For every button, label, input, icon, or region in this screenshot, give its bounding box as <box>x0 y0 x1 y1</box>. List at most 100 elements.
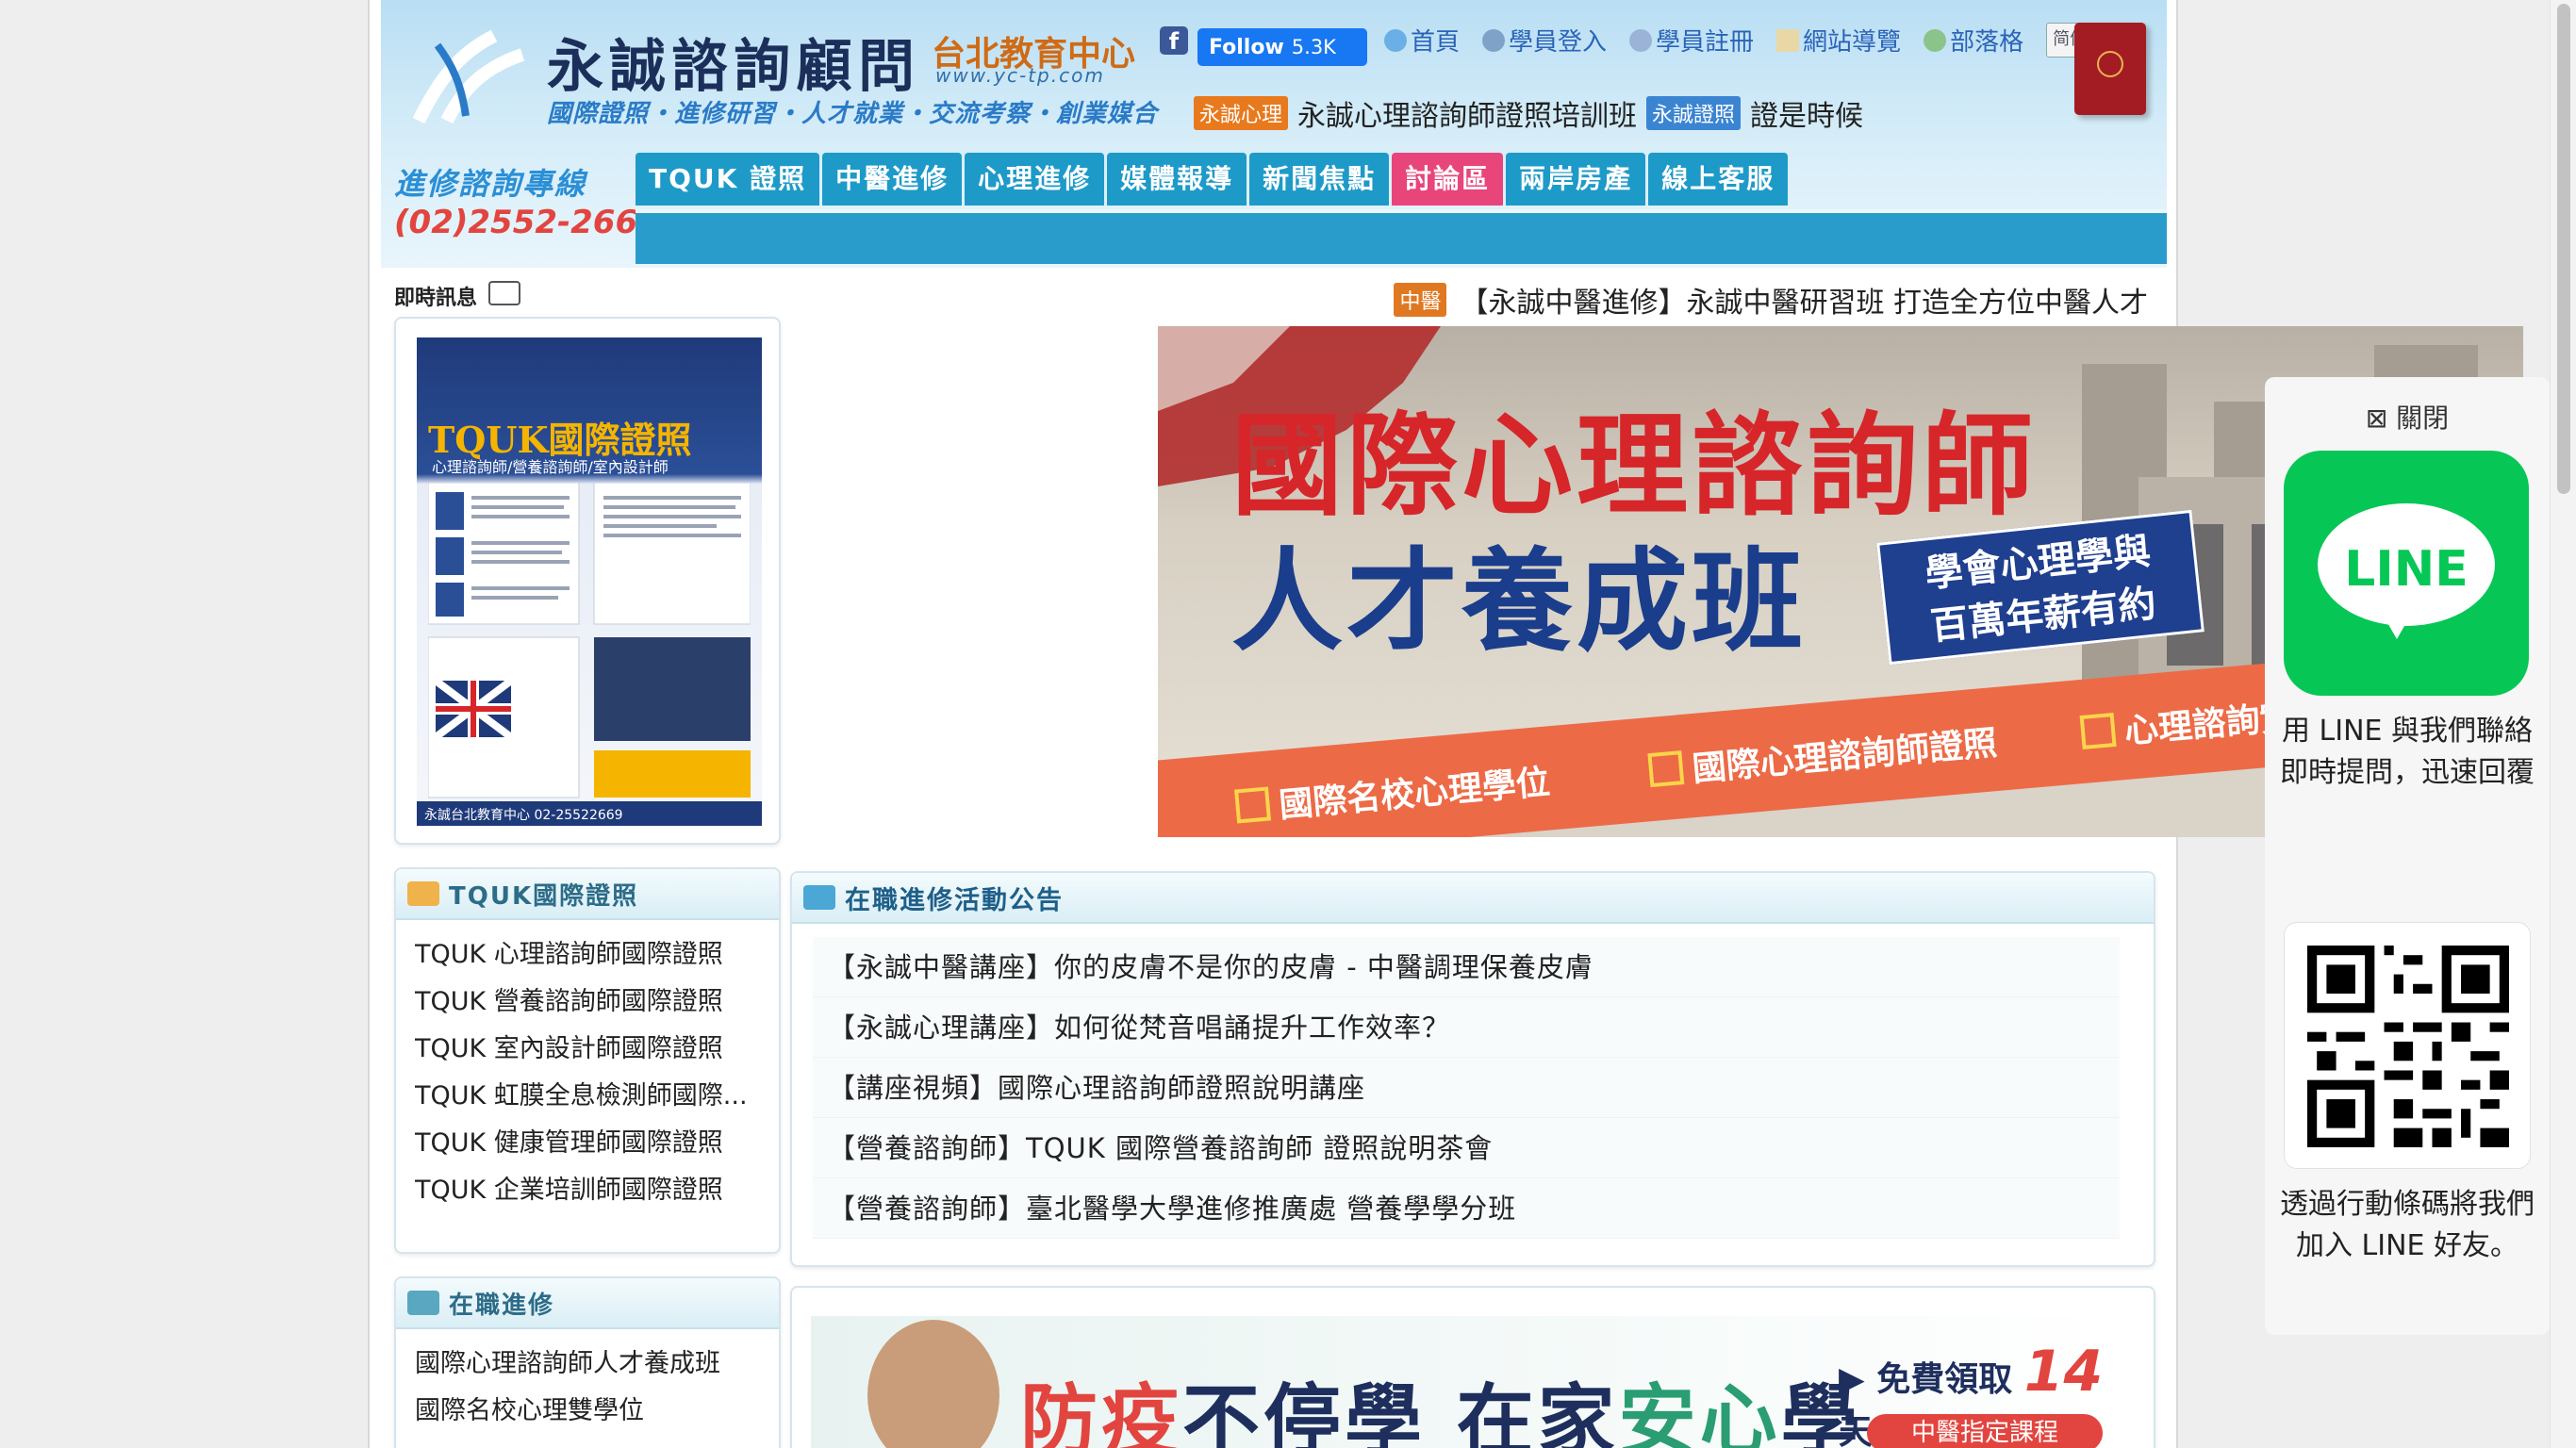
announce-item[interactable]: 【講座視頻】國際心理諮詢師證照說明講座 <box>813 1058 2120 1118</box>
news-label: 即時訊息 <box>394 287 478 310</box>
checkbox-icon <box>1647 750 1685 788</box>
inservice-link-list: 國際心理諮詢師人才養成班 國際名校心理雙學位 <box>415 1341 756 1435</box>
news-item[interactable]: 中醫 【永誠中醫進修】永誠中醫研習班 打造全方位中醫人才 <box>1394 279 2148 321</box>
brand-logo-icon[interactable] <box>409 26 532 130</box>
announce-section-title: 在職進修活動公告 <box>845 885 1064 915</box>
facebook-follow-button[interactable]: Follow 5.3K <box>1197 28 1367 66</box>
nav-tcm[interactable]: 中醫進修 <box>822 153 963 206</box>
flyer-subtitle: 心理諮詢師/營養諮詢師/室內設計師 <box>432 458 669 476</box>
passport-icon <box>2074 23 2146 115</box>
banner-feature: 國際心理諮詢師證照 <box>1647 716 1999 795</box>
header-ticker[interactable]: 永誠心理 永誠心理諮詢師證照培訓班 永誠證照 證是時候 <box>1194 92 1863 134</box>
ad-banner[interactable]: 防疫不停學 在家安心學 ▶ 免費領取 14 天 中醫指定課程 <box>811 1316 2122 1448</box>
line-logo-icon[interactable]: LINE <box>2284 451 2529 696</box>
building-icon <box>407 1291 439 1315</box>
flyer-footer-org: 永誠台北教育中心 <box>424 808 530 823</box>
tquk-link[interactable]: TQUK 企業培訓師國際證照 <box>415 1167 756 1214</box>
nav-support[interactable]: 線上客服 <box>1648 153 1789 206</box>
inservice-link[interactable]: 國際名校心理雙學位 <box>415 1388 756 1435</box>
toplink-sitemap[interactable]: 網站導覽 <box>1776 23 1901 58</box>
tquk-link[interactable]: TQUK 虹膜全息檢測師國際... <box>415 1073 756 1120</box>
ticker-tag: 永誠心理 <box>1194 96 1289 130</box>
subnav-bar <box>636 209 2167 264</box>
ticker-text: 永誠心理諮詢師證照培訓班 <box>1297 100 1638 133</box>
ad-title: 防疫不停學 在家安心學 <box>1020 1358 1862 1448</box>
flyer-box: TQUK國際證照 心理諮詢師/營養諮詢師/室內設計師 永誠台北教育中心 02-2… <box>394 317 781 845</box>
news-text: 【永誠中醫進修】永誠中醫研習班 打造全方位中醫人才 <box>1460 287 2148 320</box>
banner-feature: 國際名校心理學位 <box>1233 755 1551 831</box>
announce-list: 【永誠中醫講座】你的皮膚不是你的皮膚 - 中醫調理保養皮膚 【永誠心理講座】如何… <box>813 937 2120 1239</box>
toplink-label: 網站導覽 <box>1803 28 1902 57</box>
tquk-flyer-image[interactable]: TQUK國際證照 心理諮詢師/營養諮詢師/室內設計師 永誠台北教育中心 02-2… <box>417 337 762 826</box>
play-icon: ▶ <box>1839 1360 1865 1399</box>
page-container: 永誠諮詢顧問 台北教育中心 www.yc-tp.com 國際證照・進修研習・人才… <box>368 0 2523 1448</box>
toplink-home[interactable]: 首頁 <box>1384 23 1460 58</box>
nav-tquk[interactable]: TQUK 證照 <box>636 153 820 206</box>
nav-realestate[interactable]: 兩岸房產 <box>1506 153 1646 206</box>
ticker-tag: 永誠證照 <box>1646 96 1742 130</box>
brand-title[interactable]: 永誠諮詢顧問 <box>547 21 920 103</box>
tquk-link[interactable]: TQUK 營養諮詢師國際證照 <box>415 979 756 1026</box>
speaker-icon <box>488 281 520 305</box>
line-qr-code[interactable] <box>2284 922 2531 1169</box>
ad-person-image <box>867 1320 999 1448</box>
announce-item[interactable]: 【營養諮詢師】TQUK 國際營養諮詢師 證照說明茶會 <box>813 1118 2120 1178</box>
line-panel-qr-text: 透過行動條碼將我們加入 LINE 好友。 <box>2280 1188 2535 1262</box>
flyer-content-graphic <box>428 483 751 798</box>
tquk-section: TQUK國際證照 TQUK 心理諮詢師國際證照 TQUK 營養諮詢師國際證照 T… <box>394 867 781 1254</box>
tquk-section-header: TQUK國際證照 <box>396 869 779 920</box>
toplink-label: 首頁 <box>1411 28 1461 57</box>
ad-title-part: 不停學 在家 <box>1182 1376 1619 1448</box>
site-header: 永誠諮詢顧問 台北教育中心 www.yc-tp.com 國際證照・進修研習・人才… <box>381 0 2167 268</box>
toplink-label: 學員登入 <box>1509 28 1608 57</box>
ad-promo-days: 14 <box>2023 1339 2104 1405</box>
toplink-label: 學員註冊 <box>1656 28 1755 57</box>
announce-section-header: 在職進修活動公告 <box>792 873 2154 924</box>
page-scrollbar[interactable] <box>2550 0 2576 1448</box>
ad-title-part: 防疫 <box>1020 1376 1183 1448</box>
tquk-link[interactable]: TQUK 健康管理師國際證照 <box>415 1120 756 1167</box>
tquk-link[interactable]: TQUK 室內設計師國際證照 <box>415 1026 756 1073</box>
nav-media[interactable]: 媒體報導 <box>1107 153 1247 206</box>
hotline-label: 進修諮詢專線 <box>394 166 587 202</box>
line-panel-text: 用 LINE 與我們聯絡 即時提問，迅速回覆 <box>2280 715 2535 789</box>
inservice-link[interactable]: 國際心理諮詢師人才養成班 <box>415 1341 756 1388</box>
news-tag: 中醫 <box>1394 283 1447 317</box>
home-icon <box>1384 28 1407 52</box>
banner-title-line2: 人才養成班 <box>1231 536 1808 666</box>
ticker-text: 證是時候 <box>1750 100 1864 133</box>
add-user-icon <box>1629 28 1653 52</box>
toplink-register[interactable]: 學員註冊 <box>1629 23 1754 58</box>
tquk-section-title: TQUK國際證照 <box>449 881 639 911</box>
inservice-section-header: 在職進修 <box>396 1278 779 1329</box>
certificate-icon <box>407 881 439 906</box>
facebook-follow-count: 5.3K <box>1291 36 1336 58</box>
announce-item[interactable]: 【永誠中醫講座】你的皮膚不是你的皮膚 - 中醫調理保養皮膚 <box>813 937 2120 997</box>
sitemap-icon <box>1776 28 1800 52</box>
announce-item[interactable]: 【永誠心理講座】如何從梵音唱誦提升工作效率？ <box>813 997 2120 1058</box>
tquk-link-list: TQUK 心理諮詢師國際證照 TQUK 營養諮詢師國際證照 TQUK 室內設計師… <box>415 931 756 1214</box>
line-panel-close-button[interactable]: ⊠ 關閉 <box>2265 398 2550 436</box>
ad-promo-prefix: 免費領取 <box>1876 1360 2013 1399</box>
facebook-icon[interactable]: f <box>1160 26 1188 55</box>
inservice-section: 在職進修 國際心理諮詢師人才養成班 國際名校心理雙學位 <box>394 1276 781 1448</box>
brand-slogan: 國際證照・進修研習・人才就業・交流考察・創業媒合 <box>547 100 1159 128</box>
nav-forum[interactable]: 討論區 <box>1392 153 1504 206</box>
banner-feature-label: 國際名校心理學位 <box>1277 763 1552 826</box>
ad-title-part: 安心 <box>1618 1376 1781 1448</box>
toplink-label: 部落格 <box>1950 28 2024 57</box>
nav-news[interactable]: 新聞焦點 <box>1249 153 1390 206</box>
tquk-link[interactable]: TQUK 心理諮詢師國際證照 <box>415 931 756 979</box>
checkbox-icon <box>1234 786 1272 824</box>
flyer-footer-phone: 02-25522669 <box>534 808 623 823</box>
toplink-login[interactable]: 學員登入 <box>1482 23 1607 58</box>
ad-promo-button[interactable]: 中醫指定課程 <box>1867 1414 2103 1448</box>
nav-psychology[interactable]: 心理進修 <box>965 153 1105 206</box>
toplink-blog[interactable]: 部落格 <box>1924 23 2023 58</box>
scrollbar-thumb[interactable] <box>2557 4 2570 494</box>
main-nav: TQUK 證照 中醫進修 心理進修 媒體報導 新聞焦點 討論區 兩岸房產 線上客… <box>636 153 1789 206</box>
checkbox-icon <box>2079 713 2117 750</box>
announce-item[interactable]: 【營養諮詢師】臺北醫學大學進修推廣處 營養學學分班 <box>813 1178 2120 1239</box>
facebook-follow-label: Follow <box>1209 36 1284 59</box>
ad-section: 防疫不停學 在家安心學 ▶ 免費領取 14 天 中醫指定課程 <box>790 1286 2155 1448</box>
